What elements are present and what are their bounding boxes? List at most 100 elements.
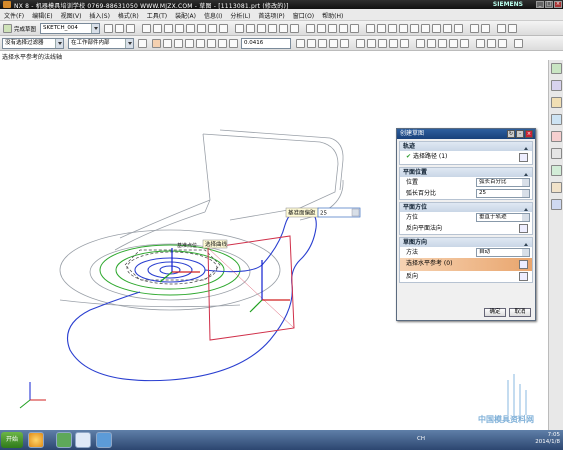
roles-icon[interactable]: [551, 131, 562, 142]
show-constraints-icon[interactable]: [339, 24, 348, 33]
offset-curve-icon[interactable]: [235, 24, 244, 33]
sphere-select-icon[interactable]: [427, 39, 436, 48]
csys-icon[interactable]: [389, 39, 398, 48]
reset-icon[interactable]: ↻: [507, 130, 515, 138]
minimize-button[interactable]: _: [536, 1, 544, 8]
layer-icon[interactable]: [454, 24, 463, 33]
sphere-icon[interactable]: [497, 24, 506, 33]
control-point-icon[interactable]: [196, 39, 205, 48]
section-plane-location-header[interactable]: 平面位置: [400, 168, 532, 177]
pole-icon[interactable]: [340, 39, 349, 48]
close-button[interactable]: ×: [554, 1, 562, 8]
part-navigator-icon[interactable]: [551, 199, 562, 210]
cancel-button[interactable]: 取消: [509, 308, 531, 317]
midpoint-icon[interactable]: [185, 39, 194, 48]
selection-scope-select[interactable]: 在工作部件内部: [68, 38, 134, 49]
location-select[interactable]: 弧长百分比: [476, 178, 530, 187]
pan-icon[interactable]: [388, 24, 397, 33]
offset-input-box[interactable]: 基准面偏距 25: [285, 207, 361, 218]
taskbar-nx-icon[interactable]: [75, 432, 91, 448]
cross-icon[interactable]: [460, 39, 469, 48]
wireframe-icon[interactable]: [432, 24, 441, 33]
arc-icon[interactable]: [153, 24, 162, 33]
language-indicator[interactable]: CH: [417, 436, 425, 442]
move-icon[interactable]: [476, 39, 485, 48]
history-icon[interactable]: [551, 80, 562, 91]
convert-reference-icon[interactable]: [350, 24, 359, 33]
collapse-icon[interactable]: -: [516, 130, 524, 138]
undo-icon[interactable]: [163, 39, 172, 48]
close-icon[interactable]: ×: [525, 130, 533, 138]
ok-button[interactable]: 确定: [484, 308, 506, 317]
value-input[interactable]: 0.0416: [241, 38, 291, 49]
quadrant-icon[interactable]: [229, 39, 238, 48]
section-sketch-orientation-header[interactable]: 草图方向: [400, 238, 532, 247]
section-plane-orientation-header[interactable]: 平面方位: [400, 203, 532, 212]
method-select[interactable]: 自动: [476, 248, 530, 257]
polygon-icon[interactable]: [197, 24, 206, 33]
auto-constrain-icon[interactable]: [328, 24, 337, 33]
start-button[interactable]: 开始: [1, 432, 23, 448]
rotate-icon[interactable]: [399, 24, 408, 33]
ring-icon[interactable]: [438, 39, 447, 48]
fit-view-icon[interactable]: [366, 24, 375, 33]
intersection-icon[interactable]: [207, 39, 216, 48]
line-icon[interactable]: [142, 24, 151, 33]
offset-input-value[interactable]: 25: [320, 211, 327, 217]
select-horizontal-ref-row[interactable]: 选择水平参考 (0): [400, 258, 532, 271]
fillet-icon[interactable]: [175, 24, 184, 33]
feature-icon[interactable]: [498, 39, 507, 48]
update-model-icon[interactable]: [126, 24, 135, 33]
zoom-icon[interactable]: [377, 24, 386, 33]
datum-icon[interactable]: [400, 39, 409, 48]
trim-icon[interactable]: [268, 24, 277, 33]
arc-center-icon[interactable]: [218, 39, 227, 48]
axis-icon[interactable]: [378, 39, 387, 48]
general-select-icon[interactable]: [138, 39, 147, 48]
orientation-select[interactable]: 垂直于轨迹: [476, 213, 530, 222]
constraint-icon[interactable]: [317, 24, 326, 33]
spline-icon[interactable]: [208, 24, 217, 33]
reverse-direction-icon[interactable]: [519, 224, 528, 233]
info-icon[interactable]: [481, 24, 490, 33]
circle-icon[interactable]: [164, 24, 173, 33]
orient-view-icon[interactable]: [104, 24, 113, 33]
taskbar-app-icon[interactable]: [96, 432, 112, 448]
finish-sketch-icon[interactable]: [3, 24, 12, 33]
reattach-icon[interactable]: [115, 24, 124, 33]
finish-sketch-label[interactable]: 完成草图: [14, 25, 36, 33]
plane-icon[interactable]: [367, 39, 376, 48]
maximize-button[interactable]: □: [545, 1, 553, 8]
dot-icon[interactable]: [449, 39, 458, 48]
rectangle-icon[interactable]: [186, 24, 195, 33]
selection-filter-select[interactable]: 没有选择过滤器: [2, 38, 64, 49]
corner-icon[interactable]: [290, 24, 299, 33]
cube-icon[interactable]: [508, 24, 517, 33]
system-materials-icon[interactable]: [551, 148, 562, 159]
block-icon[interactable]: [514, 39, 523, 48]
section-icon[interactable]: [443, 24, 452, 33]
assembly-navigator-icon[interactable]: [551, 182, 562, 193]
taskbar-app-icon[interactable]: [28, 432, 44, 448]
existing-point-icon[interactable]: [318, 39, 327, 48]
line-tool-icon[interactable]: [356, 39, 365, 48]
select-path-row[interactable]: ✔ 选择路径 (1): [400, 151, 532, 164]
mirror-icon[interactable]: [257, 24, 266, 33]
section-path-header[interactable]: 轨迹: [400, 142, 532, 151]
dimension-icon[interactable]: [306, 24, 315, 33]
reverse-direction-icon[interactable]: [519, 272, 528, 281]
circle-select-icon[interactable]: [416, 39, 425, 48]
vector-select-icon[interactable]: [519, 260, 528, 269]
endpoint-icon[interactable]: [174, 39, 183, 48]
curve-select-icon[interactable]: [519, 153, 528, 162]
arc-percent-input[interactable]: 25: [476, 189, 530, 198]
measure-icon[interactable]: [470, 24, 479, 33]
pattern-icon[interactable]: [246, 24, 255, 33]
taskbar-app-icon[interactable]: [56, 432, 72, 448]
sketch-name-select[interactable]: SKETCH_004: [40, 23, 100, 34]
point-icon[interactable]: [219, 24, 228, 33]
shaded-icon[interactable]: [421, 24, 430, 33]
reuse-library-icon[interactable]: [551, 97, 562, 108]
point-on-face-icon[interactable]: [307, 39, 316, 48]
copy-icon[interactable]: [487, 39, 496, 48]
